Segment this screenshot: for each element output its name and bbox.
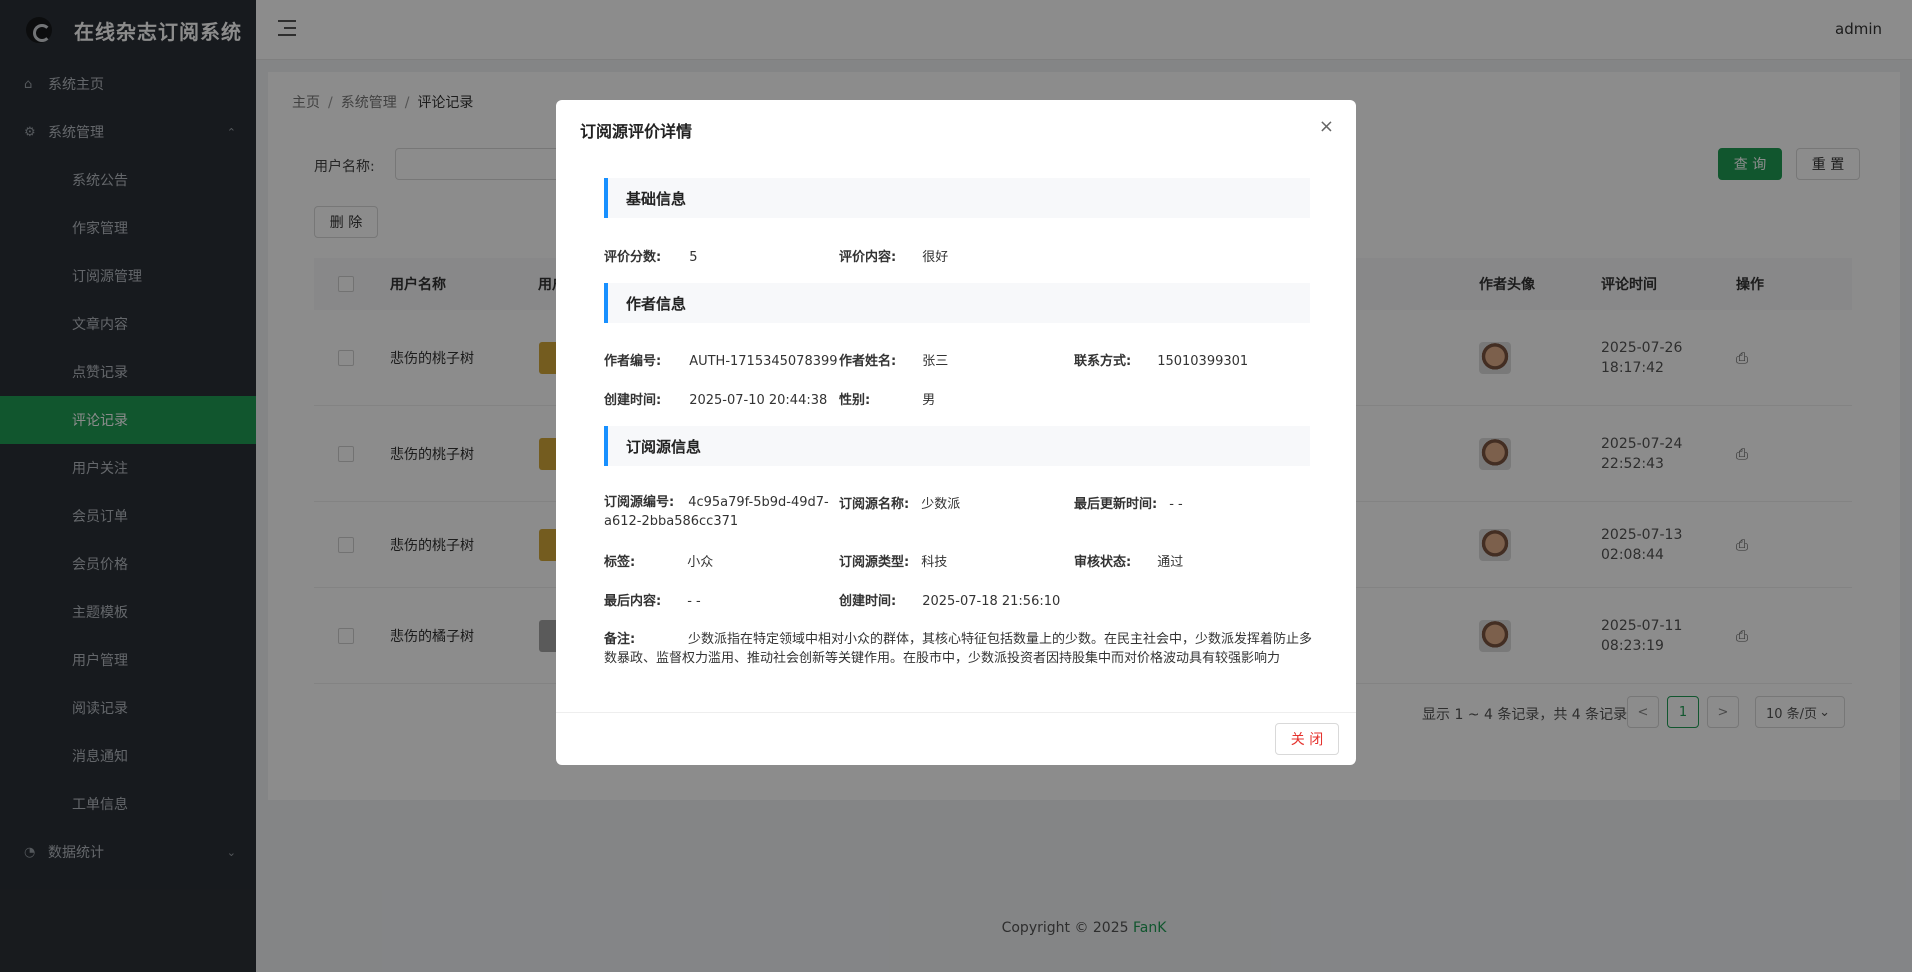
field-source-id: 订阅源编号: 4c95a79f-5b9d-49d7-a612-2bba586cc3… bbox=[604, 495, 829, 529]
field-source-type: 订阅源类型: 科技 bbox=[839, 555, 948, 570]
close-button[interactable]: 关 闭 bbox=[1275, 723, 1339, 755]
field-source-created: 创建时间: 2025-07-18 21:56:10 bbox=[839, 594, 1061, 609]
close-icon[interactable]: × bbox=[1319, 116, 1334, 137]
modal-title: 订阅源评价详情 bbox=[580, 122, 693, 141]
field-source-tag: 标签: 小众 bbox=[604, 555, 714, 570]
section-basic-info: 基础信息 bbox=[604, 178, 1310, 218]
field-review-content: 评价内容: 很好 bbox=[839, 250, 949, 265]
field-score: 评价分数: 5 bbox=[604, 250, 698, 265]
review-detail-modal: 订阅源评价详情 × 基础信息 评价分数: 5 评价内容: 很好 作者信息 作者编号:… bbox=[556, 100, 1356, 765]
field-source-status: 审核状态: 通过 bbox=[1074, 555, 1184, 570]
field-author-id: 作者编号: AUTH-1715345078399 bbox=[604, 354, 838, 369]
field-source-name: 订阅源名称: 少数派 bbox=[839, 497, 961, 512]
modal-divider bbox=[556, 712, 1356, 713]
field-source-last: 最后内容: - - bbox=[604, 594, 701, 609]
section-source-info: 订阅源信息 bbox=[604, 426, 1310, 466]
field-author-name: 作者姓名: 张三 bbox=[839, 354, 949, 369]
field-author-contact: 联系方式: 15010399301 bbox=[1074, 354, 1249, 369]
field-author-gender: 性别: 男 bbox=[839, 393, 936, 408]
field-source-updated: 最后更新时间: - - bbox=[1074, 497, 1183, 512]
field-author-created: 创建时间: 2025-07-10 20:44:38 bbox=[604, 393, 828, 408]
section-author-info: 作者信息 bbox=[604, 283, 1310, 323]
field-source-remark: 备注: 少数派指在特定领域中相对小众的群体，其核心特征包括数量上的少数。在民主社会… bbox=[604, 632, 1313, 666]
